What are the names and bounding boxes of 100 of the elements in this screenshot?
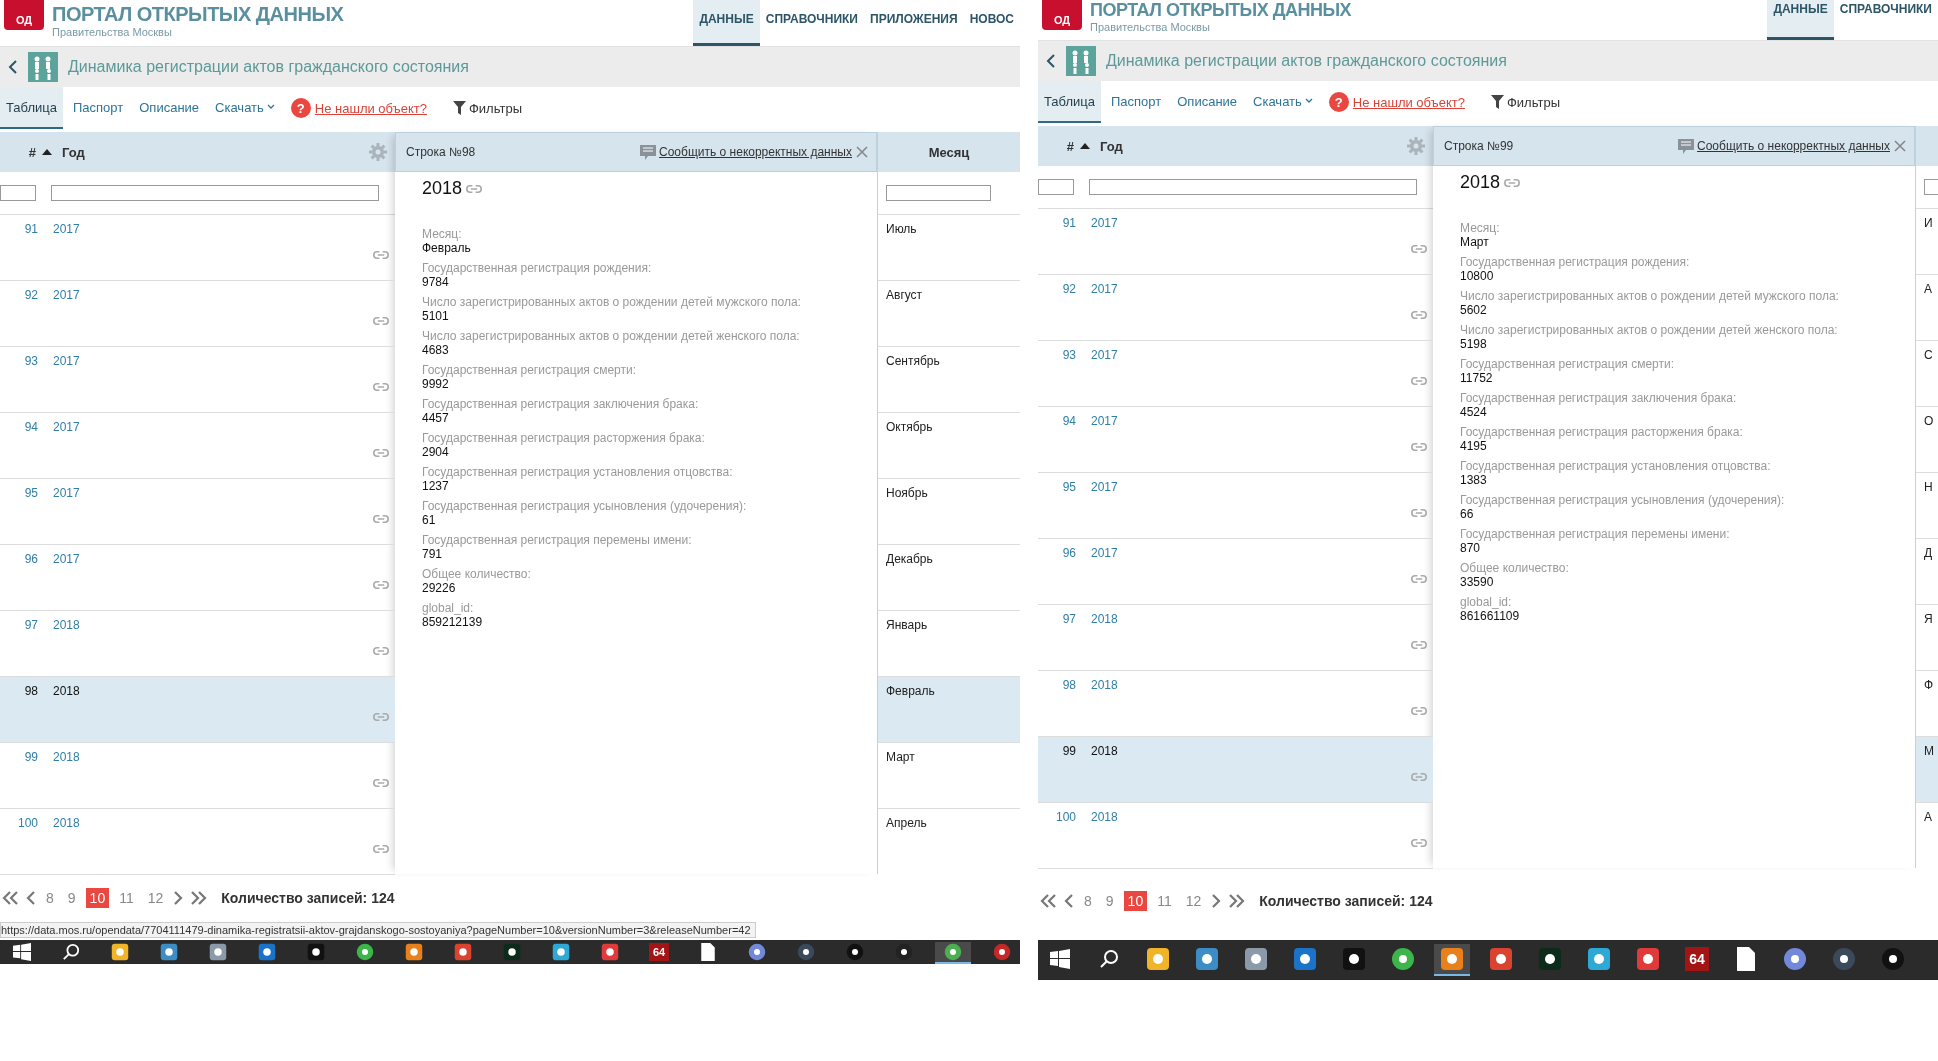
tab[interactable]: Паспорт [1105,81,1168,123]
first-page-icon[interactable] [2,891,20,905]
close-icon[interactable] [1894,140,1906,152]
table-row[interactable]: 92 2017 [1038,275,1433,341]
app-icon[interactable] [1881,947,1905,971]
tab[interactable]: Паспорт [67,87,130,129]
table-row[interactable]: 100 2018 [0,809,395,875]
next-page-icon[interactable] [1211,894,1222,908]
app-icon[interactable] [307,942,325,961]
table-row[interactable]: 96 2017 [0,545,395,611]
page-link[interactable]: 8 [1080,891,1096,911]
table-row[interactable]: 100 2018 [1038,803,1433,869]
table-row[interactable]: 95 2017 [1038,473,1433,539]
portal-logo[interactable]: ОД [1042,0,1082,30]
page-link[interactable]: 11 [115,888,138,908]
page-link[interactable]: 11 [1153,891,1176,911]
filter-field[interactable] [0,185,36,201]
app-icon[interactable] [1146,947,1170,971]
page-link[interactable]: 8 [42,888,58,908]
app-icon[interactable] [993,942,1011,961]
table-row[interactable]: 91 2017 [1038,209,1433,275]
column-header[interactable]: Год [1100,138,1123,154]
page-link[interactable]: 9 [1101,891,1118,911]
app-icon[interactable] [1293,947,1317,971]
tab[interactable]: Скачать [209,87,281,129]
filters-button[interactable]: Фильтры [1488,92,1562,112]
page-link[interactable]: 12 [143,888,168,908]
app-icon[interactable] [895,942,913,961]
portal-logo[interactable]: ОД [4,0,44,30]
app-icon[interactable] [111,942,129,961]
app-icon[interactable] [552,942,570,961]
nav-item[interactable]: ДАННЫЕ [1767,0,1834,40]
app-icon[interactable] [160,942,178,961]
table-row[interactable]: 95 2017 [0,479,395,545]
app-icon[interactable] [1391,947,1415,971]
last-page-icon[interactable] [1227,894,1246,908]
app-icon[interactable] [1489,947,1513,971]
table-row[interactable]: 98 2018 [0,677,395,743]
app-icon[interactable] [209,942,227,961]
tab[interactable]: Таблица [0,87,63,129]
app-icon[interactable] [1195,947,1219,971]
column-header[interactable]: Год [62,144,85,160]
app-icon[interactable] [454,942,472,961]
app-icon[interactable] [503,942,521,961]
first-page-icon[interactable] [1040,894,1058,908]
app-icon[interactable] [601,942,619,961]
app-icon[interactable] [405,942,423,961]
back-icon[interactable] [1046,53,1056,69]
app-icon[interactable] [797,942,815,961]
previous-page-icon[interactable] [26,891,36,905]
search-icon[interactable] [62,942,80,961]
sort-up-icon[interactable] [1080,143,1090,149]
tab[interactable]: Таблица [1038,81,1101,123]
nav-item[interactable]: НОВОС [963,0,1020,46]
sort-up-icon[interactable] [42,149,52,155]
report-link[interactable]: Сообщить о некорректных данных [640,144,852,160]
table-row[interactable]: 93 2017 [0,347,395,413]
tab[interactable]: Описание [1171,81,1244,123]
table-row[interactable]: 93 2017 [1038,341,1433,407]
not-found-link[interactable]: Не нашли объект? [1352,94,1465,110]
app-icon[interactable] [1244,947,1268,971]
not-found-link[interactable]: Не нашли объект? [314,100,427,116]
table-row[interactable]: 91 2017 [0,215,395,281]
filter-field[interactable] [51,185,379,201]
help-icon[interactable]: ? [1328,92,1349,112]
page-link[interactable]: 10 [1123,891,1148,911]
windows-icon[interactable] [1050,949,1070,969]
app-icon[interactable] [748,942,766,961]
filter-field[interactable] [1038,179,1074,195]
page-link[interactable]: 9 [63,888,80,908]
tab[interactable]: Скачать [1247,81,1319,123]
close-icon[interactable] [856,146,868,158]
app-icon[interactable] [356,942,374,961]
column-header[interactable]: # [1038,138,1074,154]
table-row[interactable]: 92 2017 [0,281,395,347]
help-icon[interactable]: ? [290,98,311,118]
app-icon[interactable]: 64 [649,942,669,961]
column-header[interactable]: # [0,144,36,160]
file-icon[interactable] [699,942,717,961]
app-icon[interactable] [1587,947,1611,971]
app-icon[interactable] [944,942,962,961]
table-row[interactable]: 97 2018 [1038,605,1433,671]
table-row[interactable]: 94 2017 [1038,407,1433,473]
tab[interactable]: Описание [133,87,206,129]
search-icon[interactable] [1099,949,1119,969]
table-row[interactable]: 94 2017 [0,413,395,479]
app-icon[interactable] [1832,947,1856,971]
app-icon[interactable] [1783,947,1807,971]
page-link[interactable]: 10 [85,888,110,908]
app-icon[interactable]: 64 [1685,947,1709,971]
filters-button[interactable]: Фильтры [450,98,524,118]
app-icon[interactable] [258,942,276,961]
windows-icon[interactable] [13,942,31,961]
last-page-icon[interactable] [189,891,208,905]
table-row[interactable]: 99 2018 [0,743,395,809]
app-icon[interactable] [1636,947,1660,971]
nav-item[interactable]: СПРАВОЧНИКИ [1833,0,1938,40]
filter-field[interactable] [886,185,991,201]
table-row[interactable]: 99 2018 [1038,737,1433,803]
table-row[interactable]: 96 2017 [1038,539,1433,605]
